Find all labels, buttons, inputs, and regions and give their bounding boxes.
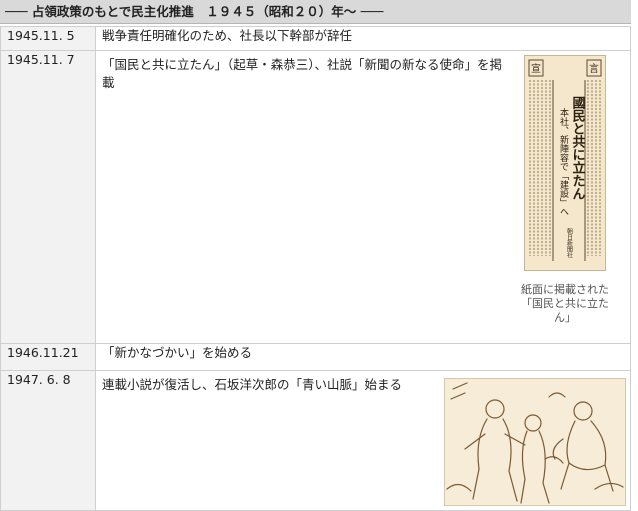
clip-subheadline: 本社、新陣容で「建設」へ: [558, 107, 569, 216]
section-header: ─── 占領政策のもとで民主化推進 １９４５（昭和２０）年～ ───: [0, 0, 631, 24]
row-text: 「新かなづかい」を始める: [102, 345, 253, 360]
clip-caption: 紙面に掲載された「国民と共に立たん」: [521, 283, 609, 324]
table-row: 1946.11.21 「新かなづかい」を始める: [0, 343, 631, 371]
row-date: 1946.11.21: [0, 343, 96, 371]
table-row: 1945.11. 5 戦争責任明確化のため、社長以下幹部が辞任: [0, 26, 631, 51]
row-text: 戦争責任明確化のため、社長以下幹部が辞任: [102, 28, 353, 43]
clip-corner-right: 言: [589, 62, 599, 75]
clip-footer: 朝日新聞社: [566, 227, 573, 259]
row-text: 「国民と共に立たん」（起草・森恭三）、社説「新聞の新なる使命」を掲載: [102, 57, 503, 90]
newspaper-clipping-image: 宣 言 國民と共に立たん 本社、新陣容で「建設」へ 朝日新聞社: [524, 55, 606, 271]
row-date: 1945.11. 7: [0, 50, 96, 344]
newspaper-clipping-svg: 宣 言 國民と共に立たん 本社、新陣容で「建設」へ 朝日新聞社: [525, 56, 605, 270]
newspaper-clipping-figure: 宣 言 國民と共に立たん 本社、新陣容で「建設」へ 朝日新聞社 紙面に掲載された…: [521, 55, 609, 325]
clip-corner-left: 宣: [531, 62, 541, 75]
page: ─── 占領政策のもとで民主化推進 １９４５（昭和２０）年～ ─── 1945.…: [0, 0, 638, 511]
novel-illustration: [444, 378, 626, 506]
row-date: 1947. 6. 8: [0, 370, 96, 511]
row-date: 1945.11. 5: [0, 26, 96, 51]
novel-illustration-svg: [445, 379, 625, 505]
clip-headline: 國民と共に立たん: [570, 96, 586, 200]
row-description: 「新かなづかい」を始める: [95, 343, 631, 371]
row-description: 戦争責任明確化のため、社長以下幹部が辞任: [95, 26, 631, 51]
